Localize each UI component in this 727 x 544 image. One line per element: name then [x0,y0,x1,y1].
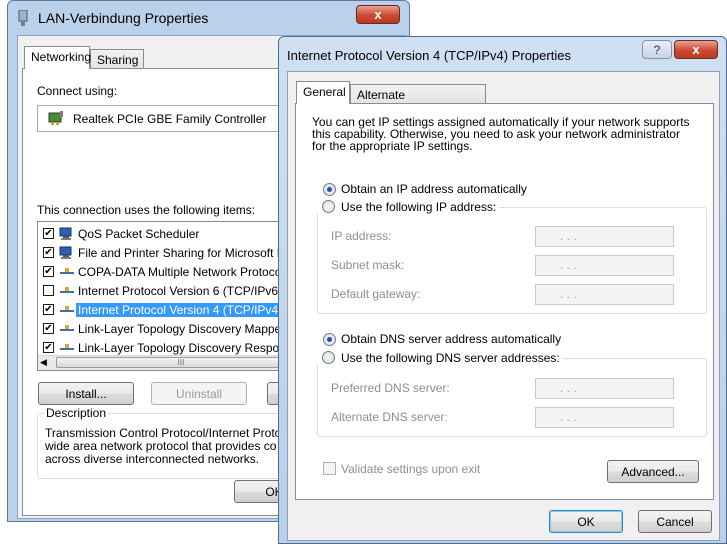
uninstall-button: Uninstall [151,382,247,405]
manual-dns-legend: Use the following DNS server addresses: [317,351,563,365]
network-client-icon [59,227,75,240]
dialog-client: General Alternate Configuration You can … [287,71,720,541]
dialog-title: Internet Protocol Version 4 (TCP/IPv4) P… [287,48,571,63]
ipv4-properties-dialog: Internet Protocol Version 4 (TCP/IPv4) P… [278,36,727,544]
ok-button[interactable]: OK [549,510,623,533]
validate-checkbox [323,462,336,475]
manual-ip-legend: Use the following IP address: [317,200,500,214]
item-label: Internet Protocol Version 6 (TCP/IPv6 [78,284,279,298]
tab-sharing[interactable]: Sharing [90,49,144,69]
adapter-name: Realtek PCIe GBE Family Controller [73,112,267,126]
close-icon: x [692,42,700,57]
protocol-icon [59,322,75,334]
description-title: Description [44,406,109,420]
protocol-icon [59,303,75,315]
item-label: Link-Layer Topology Discovery Respo [78,341,280,355]
use-following-dns-label[interactable]: Use the following DNS server addresses: [341,351,560,365]
obtain-ip-auto-radio[interactable] [323,183,336,196]
protocol-icon [59,265,75,277]
alternate-dns-label: Alternate DNS server: [331,410,448,424]
item-checkbox[interactable]: ✔ [43,266,54,277]
default-gateway-label: Default gateway: [331,287,421,301]
ip-address-field: . . . [535,226,674,247]
close-button[interactable]: x [674,40,718,59]
window-title: LAN-Verbindung Properties [38,10,209,26]
obtain-dns-auto-label[interactable]: Obtain DNS server address automatically [341,332,561,346]
dns-server-group: Use the following DNS server addresses: … [317,351,707,437]
use-following-ip-radio[interactable] [322,200,335,213]
protocol-icon [59,341,75,353]
intro-text: You can get IP settings assigned automat… [312,115,690,153]
item-checkbox[interactable]: ✔ [43,342,54,353]
subnet-mask-field: . . . [535,255,674,276]
protocol-icon [59,284,75,296]
connect-using-label: Connect using: [37,84,118,98]
install-button[interactable]: Install... [38,382,134,405]
item-label: File and Printer Sharing for Microsoft N [78,246,286,260]
advanced-button[interactable]: Advanced... [607,460,699,483]
item-checkbox[interactable]: ✔ [43,323,54,334]
item-checkbox[interactable]: ✔ [43,228,54,239]
help-button[interactable]: ? [642,40,672,59]
description-text: Transmission Control Protocol/Internet P… [45,426,282,466]
scroll-thumb[interactable]: III [56,357,306,368]
item-label: QoS Packet Scheduler [78,227,200,241]
tab-networking[interactable]: Networking [24,46,91,69]
preferred-dns-field: . . . [535,378,674,399]
obtain-ip-auto-label[interactable]: Obtain an IP address automatically [341,182,527,196]
subnet-mask-label: Subnet mask: [331,258,405,272]
nic-icon [48,111,64,128]
item-checkbox[interactable] [43,285,54,296]
cancel-button[interactable]: Cancel [638,510,712,533]
item-checkbox[interactable]: ✔ [43,304,54,315]
use-following-ip-label[interactable]: Use the following IP address: [341,200,496,214]
obtain-dns-auto-radio[interactable] [323,333,336,346]
close-button[interactable]: x [356,5,400,24]
general-panel: You can get IP settings assigned automat… [295,103,714,500]
ip-address-group: Use the following IP address: IP address… [317,200,707,314]
default-gateway-field: . . . [535,284,674,305]
validate-label: Validate settings upon exit [341,462,481,476]
ip-address-label: IP address: [331,229,392,243]
use-following-dns-radio[interactable] [322,351,335,364]
item-label: COPA-DATA Multiple Network Protoco [78,265,282,279]
items-label: This connection uses the following items… [37,203,256,217]
help-icon: ? [653,42,661,57]
network-client-icon [59,246,75,259]
item-checkbox[interactable]: ✔ [43,247,54,258]
preferred-dns-label: Preferred DNS server: [331,381,450,395]
scroll-left-arrow-icon[interactable]: ◀ [40,357,47,368]
item-label: Internet Protocol Version 4 (TCP/IPv4 [76,303,281,317]
alternate-dns-field: . . . [535,407,674,428]
close-icon: x [374,7,382,22]
tab-general[interactable]: General [296,81,350,104]
item-label: Link-Layer Topology Discovery Mappe [78,322,282,336]
network-adapter-icon [18,9,28,26]
tab-alternate-configuration[interactable]: Alternate Configuration [350,84,486,116]
